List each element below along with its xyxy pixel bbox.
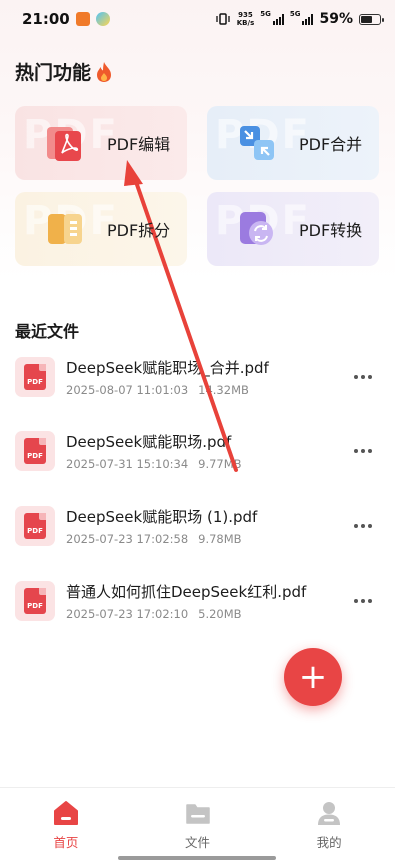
fire-icon [97, 61, 112, 82]
file-name: DeepSeek赋能职场.pdf [66, 433, 232, 451]
pdf-convert-card[interactable]: PDF PDF转换 [207, 192, 379, 266]
more-options-icon[interactable] [350, 516, 376, 536]
file-datetime: 2025-07-23 17:02:10 [66, 607, 189, 621]
file-size: 9.77MB [198, 457, 242, 471]
nav-label-files: 文件 [185, 835, 211, 850]
user-icon [318, 802, 341, 825]
status-bar: 21:00 935 KB/s 5G 5G 59% [0, 0, 395, 38]
pdf-merge-icon [240, 126, 274, 160]
pdf-convert-label: PDF转换 [299, 221, 363, 240]
pdf-split-card[interactable]: PDF PDF拆分 [15, 192, 187, 266]
hot-features-title: 热门功能 [15, 58, 113, 85]
network-speed-value: 935 [238, 11, 253, 19]
nav-item-profile[interactable]: 我的 [263, 788, 395, 867]
more-options-icon[interactable] [350, 441, 376, 461]
pdf-convert-icon [240, 212, 273, 245]
bottom-nav: 首页 文件 我的 [0, 787, 395, 867]
list-item[interactable]: PDF DeepSeek赋能职场 (1).pdf 2025-07-23 17:0… [15, 501, 380, 551]
pdf-split-icon [48, 214, 82, 244]
network-speed: 935 KB/s [237, 11, 254, 27]
nav-item-home[interactable]: 首页 [0, 788, 132, 867]
pdf-file-icon: PDF [15, 357, 55, 397]
list-item[interactable]: PDF 普通人如何抓住DeepSeek红利.pdf 2025-07-23 17:… [15, 576, 380, 626]
pdf-thumb-label: PDF [27, 378, 43, 386]
home-icon [53, 801, 78, 825]
file-size: 14.32MB [198, 383, 249, 397]
pdf-file-icon: PDF [15, 506, 55, 546]
vibrate-icon [216, 13, 230, 25]
folder-icon [185, 804, 210, 824]
pdf-merge-label: PDF合并 [299, 135, 363, 154]
pdf-edit-label: PDF编辑 [107, 135, 171, 154]
more-options-icon[interactable] [350, 591, 376, 611]
notification-app-icon-2 [95, 12, 110, 26]
recent-files-title: 最近文件 [15, 322, 80, 341]
pdf-file-icon: PDF [15, 431, 55, 471]
pdf-thumb-label: PDF [27, 602, 43, 610]
pdf-edit-card[interactable]: PDF PDF编辑 [15, 106, 187, 180]
pdf-thumb-label: PDF [27, 527, 43, 535]
file-name: DeepSeek赋能职场 (1).pdf [66, 508, 258, 526]
file-datetime: 2025-07-23 17:02:58 [66, 532, 189, 546]
file-datetime: 2025-07-31 15:10:34 [66, 457, 189, 471]
home-indicator[interactable] [118, 856, 276, 860]
list-item[interactable]: PDF DeepSeek赋能职场_合并.pdf 2025-08-07 11:01… [15, 352, 380, 402]
file-name: 普通人如何抓住DeepSeek红利.pdf [66, 583, 307, 601]
file-datetime: 2025-08-07 11:01:03 [66, 383, 189, 397]
file-name: DeepSeek赋能职场_合并.pdf [66, 359, 269, 377]
battery-icon [359, 13, 384, 25]
network-speed-unit: KB/s [236, 19, 255, 27]
nav-label-profile: 我的 [316, 835, 342, 850]
file-size: 5.20MB [198, 607, 242, 621]
signal-1-tag: 5G [260, 10, 271, 18]
more-options-icon[interactable] [350, 367, 376, 387]
status-time: 21:00 [22, 10, 70, 28]
hot-features-title-text: 热门功能 [15, 62, 92, 84]
pdf-thumb-label: PDF [27, 452, 43, 460]
pdf-merge-card[interactable]: PDF PDF合并 [207, 106, 379, 180]
file-size: 9.78MB [198, 532, 242, 546]
nav-label-home: 首页 [53, 835, 79, 850]
pdf-edit-icon [47, 127, 81, 161]
signal-2-icon [302, 13, 314, 25]
pdf-file-icon: PDF [15, 581, 55, 621]
add-button[interactable]: + [284, 648, 342, 706]
signal-2-tag: 5G [289, 10, 301, 18]
list-item[interactable]: PDF DeepSeek赋能职场.pdf 2025-07-31 15:10:34… [15, 426, 380, 476]
signal-1-icon [272, 13, 284, 25]
battery-percent: 59% [319, 11, 353, 27]
pdf-split-label: PDF拆分 [107, 221, 171, 240]
notification-app-icon [75, 12, 90, 26]
